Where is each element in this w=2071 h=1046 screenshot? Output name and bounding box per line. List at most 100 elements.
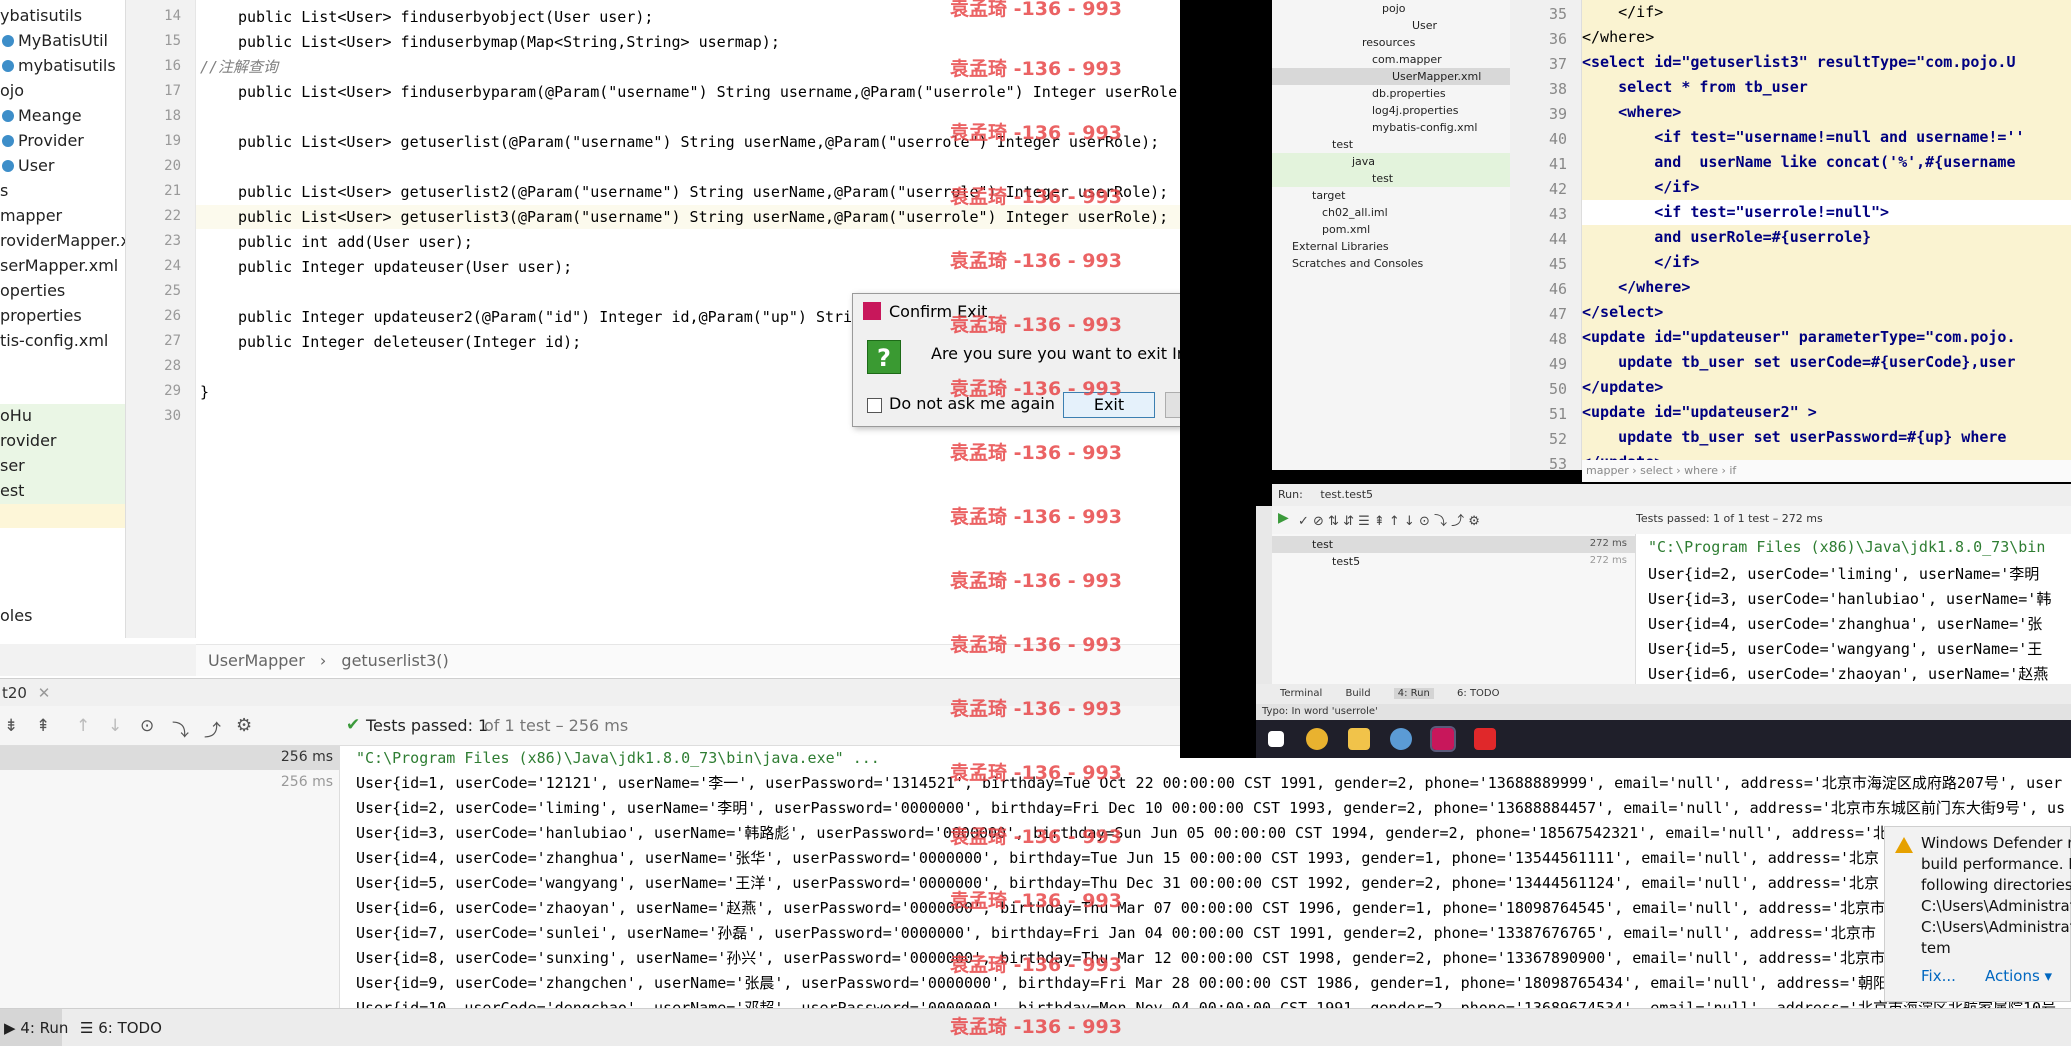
close-icon[interactable]: ✕ (38, 684, 51, 702)
export-icon[interactable]: ⤴ (204, 716, 221, 741)
tree-item[interactable]: ser (0, 454, 25, 478)
tree-item[interactable]: ojo (0, 79, 24, 103)
tree-item-label: Provider (18, 131, 84, 150)
do-not-ask-checkbox[interactable] (867, 398, 882, 413)
question-icon: ? (867, 340, 901, 374)
overlay-tree-item[interactable]: UserMapper.xml (1392, 70, 1481, 83)
overlay-tree-item[interactable]: pojo (1382, 2, 1406, 15)
todo-tool-button[interactable]: ☰ 6: TODO (80, 1009, 162, 1046)
overlay-tree-item[interactable]: test (1332, 138, 1353, 151)
tree-item[interactable]: tis-config.xml (0, 329, 108, 353)
run-config-tab[interactable]: test.test5 (1320, 488, 1373, 501)
run-tab[interactable]: t20 (0, 684, 27, 702)
actions-link[interactable]: Actions ▾ (1985, 967, 2052, 985)
overlay-tree-item[interactable]: java (1352, 155, 1375, 168)
xml-line: </if> (1582, 250, 2071, 275)
overlay-tree-item[interactable]: ch02_all.iml (1322, 206, 1388, 219)
xml-line: </if> (1582, 0, 2071, 25)
tree-item[interactable]: oles (0, 604, 32, 628)
fix-link[interactable]: Fix... (1921, 967, 1956, 985)
import-icon[interactable]: ⤵ (172, 716, 189, 741)
run-tool-button[interactable]: ▶ 4: Run (4, 1009, 68, 1046)
line-number: 26 (164, 308, 181, 324)
intellij-taskbar-icon[interactable] (1430, 726, 1456, 752)
breadcrumb-item[interactable]: getuserlist3() (341, 651, 448, 670)
overlay-tree-item[interactable]: Scratches and Consoles (1292, 257, 1423, 270)
expand-all-icon[interactable]: ⇟ (4, 716, 18, 736)
code-line: public Integer deleteuser(Integer id); (238, 333, 582, 351)
file-explorer-icon[interactable] (1348, 728, 1370, 750)
console-line: User{id=5, userCode='wangyang', userName… (1648, 640, 2043, 658)
overlay-tree-item[interactable]: resources (1362, 36, 1415, 49)
warning-icon (1895, 837, 1913, 853)
tree-item[interactable]: properties (0, 304, 82, 328)
overlay-tree-item[interactable]: test (1372, 172, 1393, 185)
collapse-all-icon[interactable]: ⇞ (36, 716, 50, 736)
watermark-text: 袁孟琦 -136 - 993 (950, 506, 1122, 528)
tree-item[interactable]: mybatisutils (0, 54, 116, 78)
rerun-icon[interactable]: ▶ (1278, 510, 1289, 526)
arrow-down-icon[interactable]: ↓ (108, 716, 122, 736)
tree-item[interactable]: operties (0, 279, 65, 303)
overlay-tree-item[interactable]: External Libraries (1292, 240, 1389, 253)
overlay-console[interactable]: "C:\Program Files (x86)\Java\jdk1.8.0_73… (1636, 534, 2071, 684)
tree-item[interactable]: Meange (0, 104, 82, 128)
tree-item-label: mybatisutils (18, 56, 116, 75)
overlay-status-bar: Typo: In word 'userrole' (1256, 704, 2071, 720)
overlay-run-toolbar: ▶ ✓ ⊘ ⇅ ⇵ ☰ ⇞ ↑ ↓ ⊙ ⤵ ⤴ ⚙ Tests passed: … (1272, 506, 2071, 534)
windows-start-icon[interactable] (1268, 731, 1284, 747)
overlay-tree-item[interactable]: log4j.properties (1372, 104, 1458, 117)
overlay-xml-editor[interactable]: </if> </where> <select id="getuserlist3"… (1582, 0, 2071, 460)
watermark-text: 袁孟琦 -136 - 993 (950, 186, 1122, 208)
tree-item[interactable]: oHu (0, 404, 32, 428)
tree-item[interactable]: roviderMapper.xm (0, 229, 125, 253)
xml-line: <update id="updateuser" parameterType="c… (1582, 325, 2071, 350)
tests-status-detail: of 1 test – 256 ms (484, 716, 629, 735)
chevron-right-icon: › (319, 651, 327, 670)
test-time: 256 ms (280, 774, 333, 790)
tree-item-label: MyBatisUtil (18, 31, 108, 50)
xml-line: update tb_user set userCode=#{userCode},… (1582, 350, 2071, 375)
overlay-tree-item[interactable]: db.properties (1372, 87, 1446, 100)
history-icon[interactable]: ⊙ (140, 716, 154, 736)
watermark-text: 袁孟琦 -136 - 993 (950, 0, 1122, 20)
overlay-test-tree: test 272 ms test5 272 ms (1272, 534, 1636, 684)
overlay-tool-tabs: Terminal Build 4: Run 6: TODO (1256, 684, 2071, 704)
tree-item[interactable]: rovider (0, 429, 57, 453)
tree-item[interactable]: MyBatisUtil (0, 29, 108, 53)
tree-item[interactable]: ybatisutils (0, 4, 82, 28)
overlay-tests-status: Tests passed: 1 of 1 test – 272 ms (1636, 512, 1823, 525)
tree-item[interactable]: est (0, 479, 24, 503)
toolbar-icons[interactable]: ✓ ⊘ ⇅ ⇵ ☰ ⇞ ↑ ↓ ⊙ ⤵ ⤴ ⚙ (1298, 510, 1480, 529)
xml-line: update tb_user set userPassword=#{up} wh… (1582, 425, 2071, 450)
tab-terminal[interactable]: Terminal (1280, 688, 1322, 699)
overlay-tree-item[interactable]: target (1312, 189, 1345, 202)
tree-item[interactable]: serMapper.xml (0, 254, 118, 278)
tree-item[interactable]: Provider (0, 129, 84, 153)
windows-defender-notification[interactable]: Windows Defender m build performance. I … (1884, 826, 2071, 1002)
overlay-tree-item[interactable]: com.mapper (1372, 53, 1442, 66)
console-output[interactable]: "C:\Program Files (x86)\Java\jdk1.8.0_73… (340, 746, 2071, 1008)
gear-icon[interactable]: ⚙ (236, 715, 252, 736)
tree-item[interactable]: mapper (0, 204, 62, 228)
class-icon (2, 135, 14, 147)
chrome-icon[interactable] (1306, 728, 1328, 750)
app-icon[interactable] (1390, 728, 1412, 750)
overlay-tree-item[interactable]: User (1412, 19, 1437, 32)
tree-item[interactable]: User (0, 154, 54, 178)
tree-item-label: ser (0, 456, 25, 475)
tab-todo[interactable]: 6: TODO (1457, 688, 1499, 699)
overlay-tree-item[interactable]: pom.xml (1322, 223, 1370, 236)
arrow-up-icon[interactable]: ↑ (76, 716, 90, 736)
line-number: 47 (1548, 305, 1567, 323)
class-icon (2, 35, 14, 47)
tab-build[interactable]: Build (1345, 688, 1370, 699)
tree-item-label: Meange (18, 106, 82, 125)
tab-run[interactable]: 4: Run (1393, 688, 1434, 699)
watermark-text: 袁孟琦 -136 - 993 (950, 122, 1122, 144)
wps-icon[interactable] (1474, 728, 1496, 750)
overlay-tree-item[interactable]: mybatis-config.xml (1372, 121, 1477, 134)
line-number: 29 (164, 383, 181, 399)
breadcrumb-item[interactable]: UserMapper (208, 651, 305, 670)
tree-item[interactable]: s (0, 179, 8, 203)
